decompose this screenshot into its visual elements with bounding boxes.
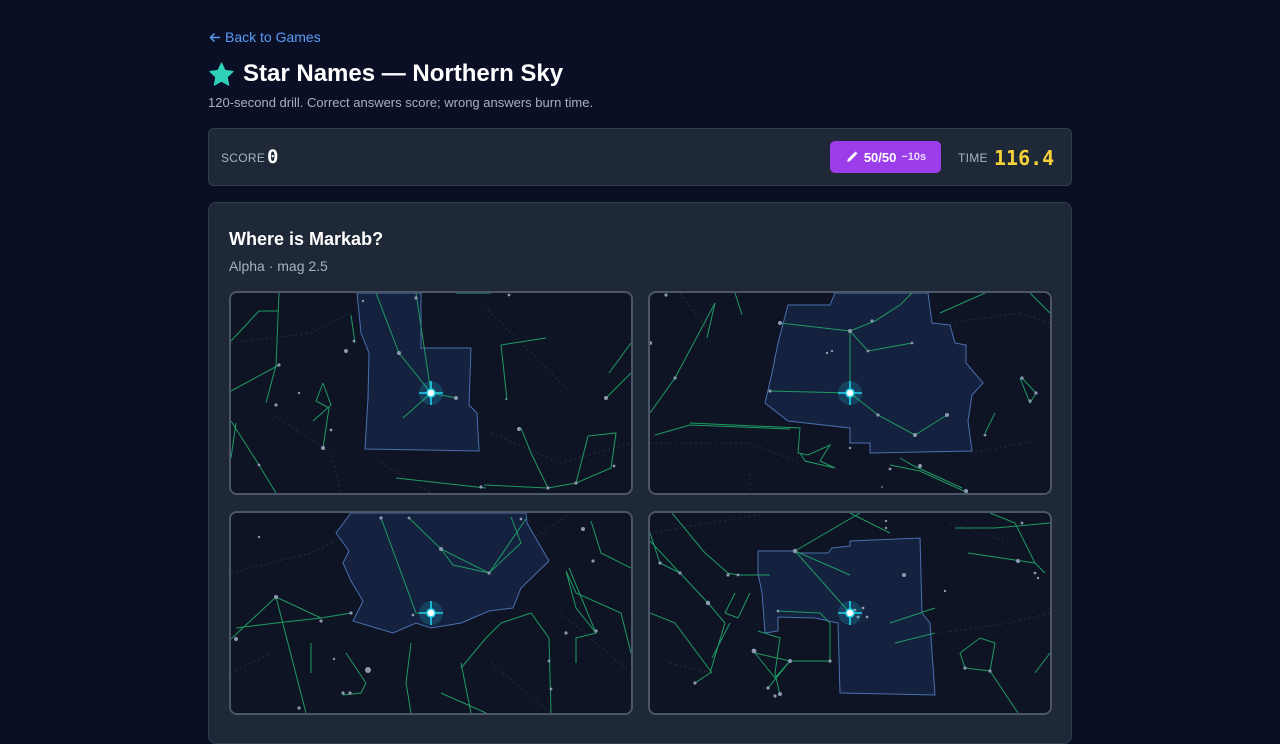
time-label: TIME [958,151,988,165]
target-star-marker [419,381,443,405]
answer-option-b[interactable] [648,291,1052,495]
back-to-games-link[interactable]: Back to Games [208,29,321,45]
answer-option-c[interactable] [229,511,633,715]
star-meta: Alpha · mag 2.5 [229,258,328,274]
target-star-marker [419,601,443,625]
page-title: Star Names — Northern Sky [208,60,563,88]
score-value: 0 [267,146,279,168]
sky-map-option-a [231,293,631,493]
time-value: 116.4 [994,146,1055,170]
target-star-name: Markab [309,229,373,249]
score-label: SCORE [221,151,266,165]
sky-map-option-d [650,513,1050,713]
page-subtitle: 120-second drill. Correct answers score;… [208,95,594,110]
page-title-text: Star Names — Northern Sky [243,60,564,87]
question-prompt: Where is Markab? [229,229,383,250]
question-prefix: Where is [229,229,310,249]
question-panel: Where is Markab? Alpha · mag 2.5 [208,202,1072,744]
pencil-icon [847,151,858,162]
answer-option-a[interactable] [229,291,633,495]
sky-map-option-b [650,293,1050,493]
star-icon [209,61,234,86]
question-suffix: ? [372,229,384,249]
back-label[interactable]: Back to Games [225,29,321,45]
target-star-marker [838,381,862,405]
hud-bar: SCORE 0 50/50 −10s TIME 116.4 [208,128,1072,186]
answer-option-d[interactable] [648,511,1052,715]
target-star-marker [838,601,862,625]
fifty-fifty-cost: −10s [901,151,927,163]
arrow-left-icon [209,32,221,42]
sky-map-option-c [231,513,631,713]
fifty-fifty-button[interactable]: 50/50 −10s [830,141,941,173]
fifty-fifty-count: 50/50 [863,149,897,165]
